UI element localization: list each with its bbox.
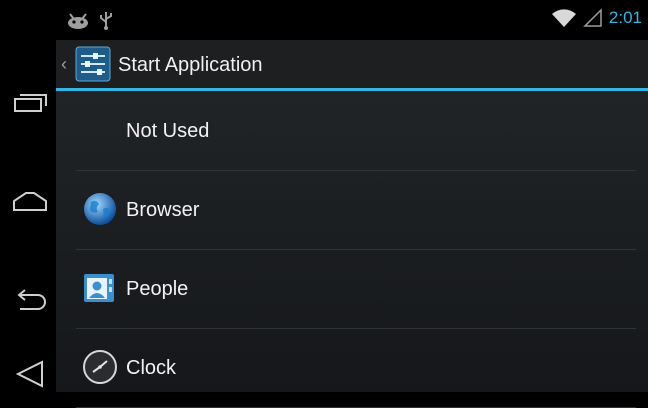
list-item-label: Browser bbox=[126, 199, 200, 221]
list-item-label: People bbox=[126, 278, 189, 300]
signal-icon bbox=[583, 8, 602, 27]
page-title: Start Application bbox=[118, 54, 263, 76]
app-list: Not Used Browser People Clock bbox=[56, 91, 648, 408]
back-button[interactable] bbox=[8, 282, 50, 318]
clock-icon bbox=[83, 350, 117, 384]
usb-icon bbox=[100, 12, 112, 30]
wifi-icon bbox=[551, 9, 576, 27]
home-icon bbox=[13, 192, 47, 211]
globe-icon bbox=[84, 193, 116, 225]
system-navigation-bar bbox=[0, 0, 56, 392]
triangle-back-icon bbox=[15, 360, 43, 388]
contact-card-icon bbox=[84, 274, 114, 302]
list-item-label: Not Used bbox=[126, 120, 210, 142]
recent-apps-icon bbox=[14, 94, 47, 112]
android-debug-icon bbox=[68, 13, 88, 29]
list-item-clock[interactable]: Clock bbox=[76, 328, 636, 408]
back-arrow-icon bbox=[17, 289, 46, 310]
list-item-browser[interactable]: Browser bbox=[76, 170, 636, 250]
status-time: 2:01 bbox=[608, 8, 642, 27]
list-item-label: Clock bbox=[126, 357, 177, 379]
list-item-not-used[interactable]: Not Used bbox=[76, 91, 636, 171]
list-item-people[interactable]: People bbox=[76, 249, 636, 329]
recent-apps-button[interactable] bbox=[8, 86, 50, 122]
chevron-left-icon: ‹ bbox=[61, 54, 67, 74]
search-assist-button[interactable] bbox=[8, 356, 50, 392]
status-bar: 2:01 bbox=[56, 0, 648, 40]
home-button[interactable] bbox=[8, 184, 50, 220]
settings-sliders-icon bbox=[75, 46, 111, 82]
action-bar: ‹ Start Application bbox=[56, 40, 648, 91]
